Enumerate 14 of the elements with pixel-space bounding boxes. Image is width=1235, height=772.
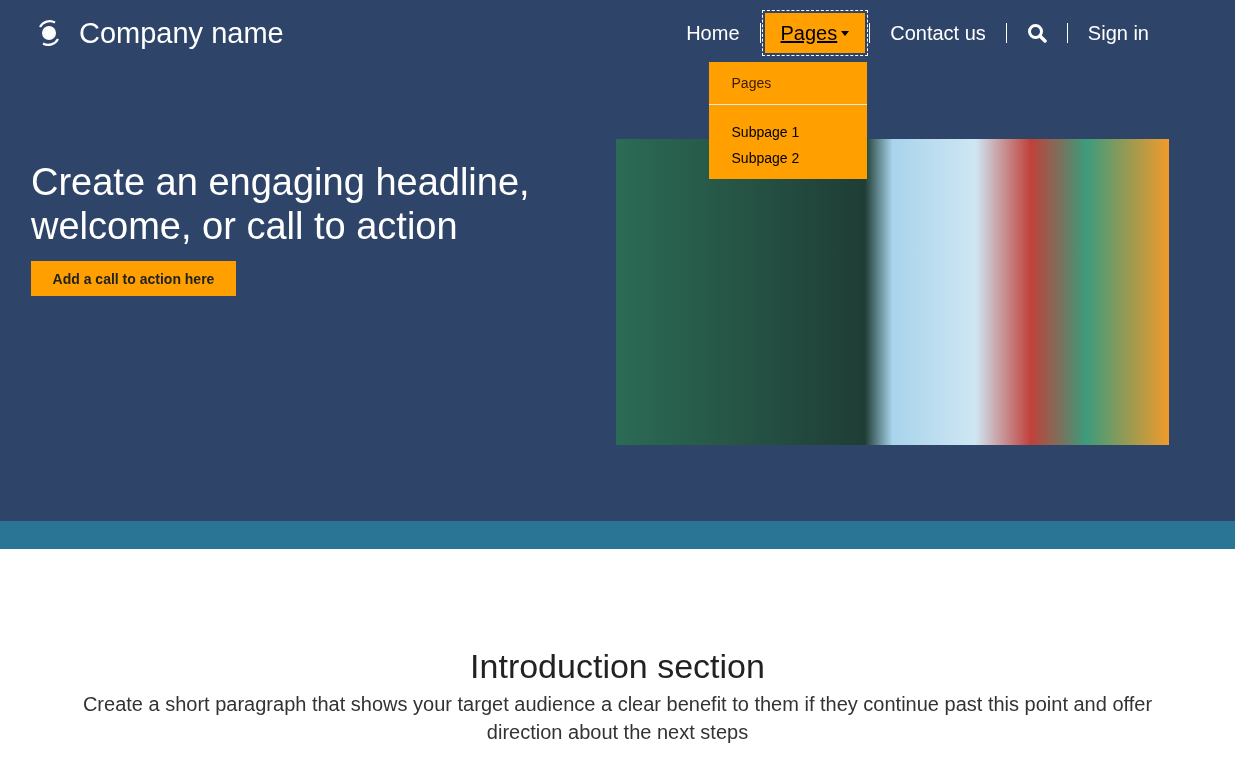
section-title: Introduction section: [469, 647, 766, 686]
hero-headline: Create an engaging headline, welcome, or call to action: [31, 160, 531, 248]
menu-item[interactable]: Pages: [708, 70, 867, 100]
menu-item[interactable]: Subpage 1: [708, 119, 867, 145]
nav-link[interactable]: Contact us: [870, 13, 1006, 53]
caret-icon: [841, 30, 850, 36]
nav-link[interactable]: Home: [666, 13, 760, 53]
intro-paragraph: Create a short paragraph that shows your target audience a clear benefit to them if they continue past this point and offer direction about the next steps: [81, 692, 1154, 745]
nav-dropdown[interactable]: Pages: [764, 13, 866, 53]
company-name: Company name: [79, 16, 284, 50]
menu-item[interactable]: Subpage 2: [708, 145, 867, 171]
search-icon[interactable]: [1026, 23, 1047, 43]
cta-button[interactable]: Add a call to action here: [31, 261, 236, 296]
nav-link[interactable]: Sign in: [1067, 13, 1169, 53]
